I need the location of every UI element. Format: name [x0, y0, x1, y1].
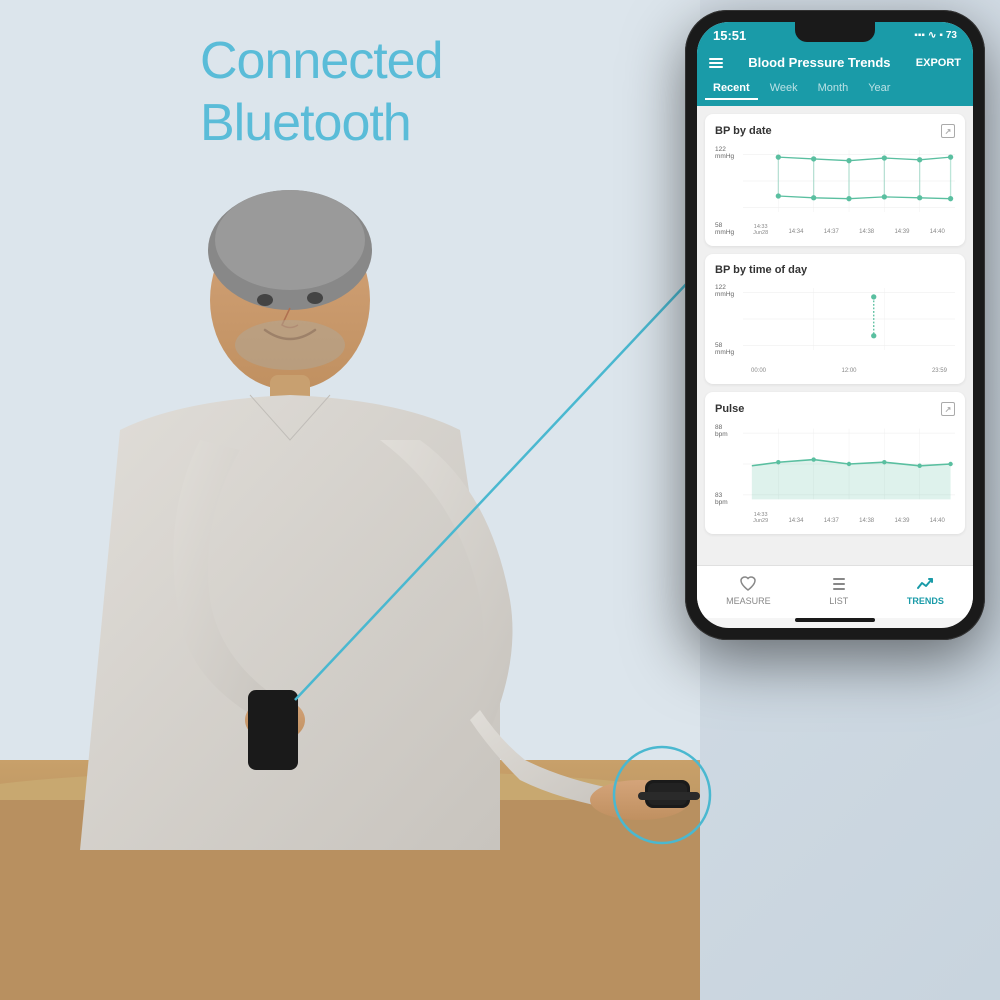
nav-list-label: LIST	[829, 596, 848, 606]
tab-recent[interactable]: Recent	[705, 78, 758, 100]
list-icon	[829, 574, 849, 594]
app-content: BP by date 122mmHg 58mmHg	[697, 106, 973, 565]
bp-time-x-labels: 00:00 12:00 23:59	[743, 356, 955, 374]
measure-icon	[738, 574, 758, 594]
hamburger-menu-icon[interactable]	[709, 58, 723, 68]
nav-measure-label: MEASURE	[726, 596, 771, 606]
hero-text-line1: Connected	[200, 30, 443, 92]
hero-text: Connected Bluetooth	[200, 30, 443, 155]
bp-date-y-labels: 122mmHg 58mmHg	[715, 146, 743, 236]
signal-icon: ▪▪▪	[914, 30, 925, 41]
app-header: Blood Pressure Trends EXPORT	[697, 47, 973, 78]
tab-week[interactable]: Week	[762, 78, 806, 100]
battery-level: 73	[946, 30, 957, 41]
phone-frame: 15:51 ▪▪▪ ∿ ▪ 73 Blood Pressure Trends E…	[685, 10, 985, 640]
nav-trends[interactable]: TRENDS	[907, 574, 944, 606]
bottom-spacer	[697, 542, 973, 550]
status-time: 15:51	[713, 28, 746, 43]
trends-icon	[915, 574, 935, 594]
expand-bp-date-icon[interactable]	[941, 124, 955, 138]
phone-screen: 15:51 ▪▪▪ ∿ ▪ 73 Blood Pressure Trends E…	[697, 22, 973, 628]
pulse-chart: 88bpm 83bpm	[715, 424, 955, 524]
pulse-y-labels: 88bpm 83bpm	[715, 424, 743, 506]
bp-by-time-card: BP by time of day 122mmHg 58mmHg	[705, 254, 965, 384]
bp-by-date-card: BP by date 122mmHg 58mmHg	[705, 114, 965, 246]
home-indicator	[795, 618, 875, 622]
bp-date-svg	[743, 146, 955, 216]
bp-date-x-labels: 14:33Jun28 14:34 14:37 14:38 14:39 14:40	[743, 218, 955, 236]
pulse-x-labels: 14:33Jun29 14:34 14:37 14:38 14:39 14:40	[743, 506, 955, 524]
bp-by-date-chart: 122mmHg 58mmHg	[715, 146, 955, 236]
phone-notch	[795, 22, 875, 42]
bp-time-svg	[743, 284, 955, 354]
bp-time-y-labels: 122mmHg 58mmHg	[715, 284, 743, 356]
nav-list[interactable]: LIST	[829, 574, 849, 606]
bp-by-time-title: BP by time of day	[715, 264, 955, 276]
nav-measure[interactable]: MEASURE	[726, 574, 771, 606]
tab-year[interactable]: Year	[860, 78, 898, 100]
pulse-title: Pulse	[715, 402, 955, 416]
tab-month[interactable]: Month	[810, 78, 857, 100]
nav-trends-label: TRENDS	[907, 596, 944, 606]
bottom-nav: MEASURE LIST	[697, 565, 973, 618]
bp-by-date-title: BP by date	[715, 124, 955, 138]
app-title: Blood Pressure Trends	[748, 55, 890, 70]
status-icons: ▪▪▪ ∿ ▪ 73	[914, 30, 957, 41]
wifi-icon: ∿	[928, 30, 936, 41]
pulse-svg	[743, 424, 955, 504]
hero-text-line2: Bluetooth	[200, 92, 443, 154]
expand-pulse-icon[interactable]	[941, 402, 955, 416]
export-button[interactable]: EXPORT	[916, 57, 961, 69]
bp-by-time-chart: 122mmHg 58mmHg	[715, 284, 955, 374]
battery-icon: ▪	[939, 30, 943, 41]
pulse-card: Pulse 88bpm 83bpm	[705, 392, 965, 534]
tab-bar: Recent Week Month Year	[697, 78, 973, 106]
